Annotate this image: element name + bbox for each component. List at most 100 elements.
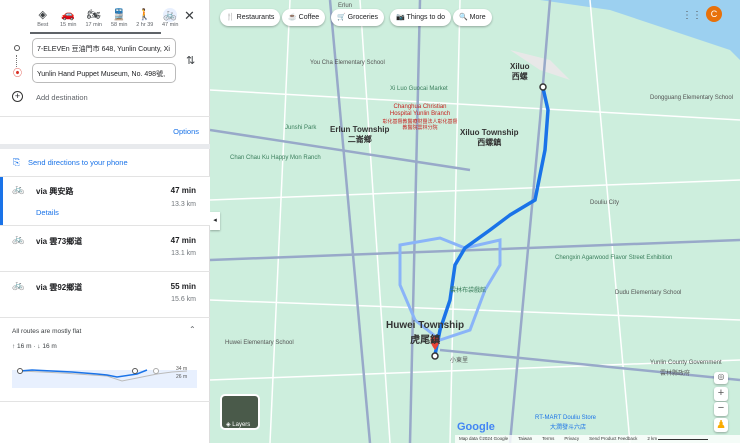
privacy-link[interactable]: Privacy <box>564 436 579 442</box>
elevation-summary: All routes are mostly flat <box>12 328 82 335</box>
chip-label: Restaurants <box>236 14 275 21</box>
scale-label: 2 km <box>647 436 658 441</box>
poi-school[interactable]: Dongguang Elementary School <box>650 95 733 101</box>
mode-cycling[interactable]: 🚲 47 min <box>158 8 184 28</box>
chip-things-to-do[interactable]: 📷 Things to do <box>390 9 452 26</box>
poi-market[interactable]: Xi Luo Guocai Market <box>390 86 448 92</box>
origin-dot-icon <box>14 45 20 51</box>
zoom-out-button[interactable]: − <box>714 402 728 416</box>
scale-bar[interactable]: 2 km <box>647 436 709 442</box>
collapse-chevron-icon[interactable]: ⌃ <box>189 325 196 334</box>
mode-label: 17 min <box>85 22 102 28</box>
end-marker <box>132 368 138 374</box>
route-via: via 興安路 <box>36 187 74 196</box>
section-divider <box>0 144 210 149</box>
route-option-2[interactable]: 🚲 via 雲73鄉道 47 min 13.1 km <box>0 226 210 271</box>
route-distance: 13.3 km <box>171 201 196 208</box>
apps-grid-icon[interactable]: ⋮⋮ <box>682 10 702 21</box>
bike-icon: 🚲 <box>12 184 25 195</box>
chip-label: More <box>469 14 486 21</box>
divider <box>0 401 210 402</box>
send-directions-link[interactable]: Send directions to your phone <box>28 158 128 167</box>
feedback-link[interactable]: Send Product Feedback <box>589 436 637 442</box>
mode-label: 47 min <box>161 22 179 28</box>
elevation-max: 34 m <box>176 366 188 372</box>
map-label: Douliu City <box>590 200 620 206</box>
avatar[interactable]: C <box>706 6 722 22</box>
layers-button[interactable]: ◈ Layers <box>220 394 260 430</box>
mode-motorcycle[interactable]: 🏍 17 min <box>81 8 107 28</box>
route-time: 47 min <box>170 236 196 245</box>
close-icon[interactable]: ✕ <box>184 8 195 24</box>
layers-label: Layers <box>232 422 251 428</box>
label-en: Changhua Christian Hospital Yunlin Branc… <box>389 104 451 117</box>
motorcycle-icon: 🏍 <box>86 9 101 21</box>
walk-icon: 🚶 <box>137 9 152 21</box>
mode-walking[interactable]: 🚶 2 hr 39 <box>132 8 158 28</box>
chip-restaurants[interactable]: 🍴 Restaurants <box>220 9 281 26</box>
route-via: via 雲73鄉道 <box>36 237 83 246</box>
origin-input[interactable]: 7-ELEVEn 豆油門市 648, Yunlin County, Xi <box>32 38 176 58</box>
poi-puppet-museum[interactable]: 雲林布袋戲館 <box>450 285 486 294</box>
poi-hospital[interactable]: Changhua Christian Hospital Yunlin Branc… <box>382 104 458 131</box>
destination-pin-icon: ⦿ <box>13 68 23 78</box>
details-link[interactable]: Details <box>36 208 59 217</box>
add-icon[interactable]: + <box>12 91 23 102</box>
zoom-in-button[interactable]: + <box>714 387 728 401</box>
mode-underline <box>30 32 161 34</box>
chip-groceries[interactable]: 🛒 Groceries <box>331 9 385 26</box>
poi-school[interactable]: You Cha Elementary School <box>310 60 385 66</box>
route-option-1[interactable]: 🚲 via 興安路 47 min 13.3 km Details <box>0 177 210 225</box>
divider <box>0 116 210 117</box>
chip-label: Coffee <box>298 14 320 21</box>
region-link[interactable]: Taiwan <box>518 436 532 442</box>
transit-icon: 🚆 <box>112 9 127 21</box>
pegman-icon[interactable]: ♟ <box>714 418 728 432</box>
chip-label: Groceries <box>347 14 379 21</box>
poi-county-government[interactable]: Yunlin County Government <box>650 360 722 366</box>
mode-best[interactable]: ◈ Best <box>30 8 56 28</box>
route-distance: 15.6 km <box>171 296 196 303</box>
label-zh: 雲林縣政府 <box>660 371 691 377</box>
options-button[interactable]: Options <box>173 127 199 136</box>
add-destination[interactable]: Add destination <box>36 93 88 102</box>
destination-input[interactable]: Yunlin Hand Puppet Museum, No. 498號, <box>32 63 176 83</box>
mode-label: 58 min <box>110 22 128 28</box>
chip-more[interactable]: 🔍 More <box>453 9 492 26</box>
elevation-chart <box>12 368 197 388</box>
send-to-phone-icon: ⎘ <box>13 157 21 167</box>
poi-park[interactable]: Junshi Park <box>285 125 316 131</box>
mode-driving[interactable]: 🚗 15 min <box>56 8 82 28</box>
label-zh: 二崙鄉 <box>347 135 372 144</box>
poi-school[interactable]: Huwei Elementary School <box>225 340 294 346</box>
google-logo: Google <box>457 421 495 433</box>
poi-ranch[interactable]: Chan Chau Ku Happy Mon Ranch <box>230 155 321 161</box>
map-label: Erlun <box>338 3 353 9</box>
label-en: Huwei Township <box>386 320 465 331</box>
car-icon: 🚗 <box>61 9 76 21</box>
poi-school[interactable]: Dudu Elementary School <box>615 290 681 296</box>
collapse-panel-button[interactable]: ◂ <box>210 212 220 230</box>
route-option-3[interactable]: 🚲 via 雲92鄉道 55 min 15.6 km <box>0 272 210 317</box>
chip-coffee[interactable]: ☕ Coffee <box>282 9 326 26</box>
label-en: Xiluo Township <box>460 128 519 137</box>
start-marker <box>539 83 547 91</box>
mode-label: 15 min <box>59 22 77 28</box>
mode-transit[interactable]: 🚆 58 min <box>107 8 133 28</box>
map-label-xiluo: Xiluo 西螺 <box>510 62 530 82</box>
label-zh: 虎尾鎮 <box>410 335 441 346</box>
map[interactable]: 🍴 Restaurants ☕ Coffee 🛒 Groceries 📷 Thi… <box>210 0 740 443</box>
poi-chengxin[interactable]: Chengxin Agarwood Flavor Street Exhibiti… <box>555 255 672 261</box>
map-data-credit: Map data ©2024 Google <box>459 436 509 441</box>
map-label-erlun: Erlun Township 二崙鄉 <box>330 125 389 145</box>
route-distance: 13.1 km <box>171 250 196 257</box>
directions-panel: ◈ Best 🚗 15 min 🏍 17 min 🚆 58 min 🚶 2 hr 39 🚲… <box>0 0 210 443</box>
my-location-button[interactable]: ◎ <box>714 372 728 384</box>
best-icon: ◈ <box>38 9 47 21</box>
travel-mode-tabs: ◈ Best 🚗 15 min 🏍 17 min 🚆 58 min 🚶 2 hr 39 🚲… <box>30 8 183 28</box>
swap-icon[interactable]: ⇅ <box>186 54 195 67</box>
label-zh: 西螺 <box>511 72 528 81</box>
terms-link[interactable]: Terms <box>542 436 554 442</box>
map-label-huwei: Huwei Township 虎尾鎮 <box>386 320 464 346</box>
poi-rtmart[interactable]: RT-MART Douliu Store <box>535 415 596 421</box>
